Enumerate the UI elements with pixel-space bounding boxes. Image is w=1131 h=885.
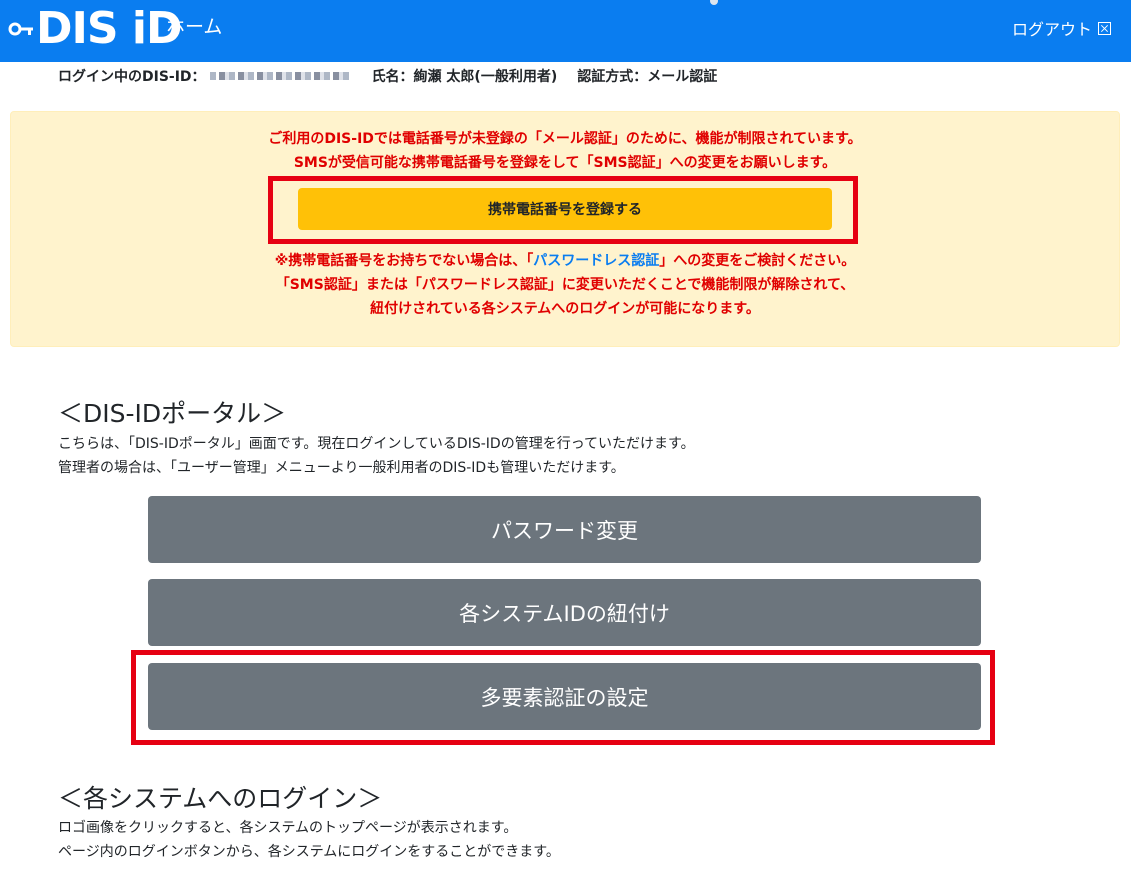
dis-id-logo[interactable]: DIS iD: [8, 3, 183, 54]
user-name: 氏名：絢瀬 太郎(一般利用者): [371, 69, 558, 85]
portal-desc-1: こちらは、「DIS-IDポータル」画面です。現在ログインしているDIS-IDの管…: [58, 436, 695, 452]
close-box-icon: [1098, 21, 1111, 35]
alert-line-1: ご利用のDIS-IDでは電話番号が未登録の「メール認証」のために、機能が制限され…: [268, 131, 862, 147]
register-phone-button[interactable]: 携帯電話番号を登録する: [298, 188, 832, 230]
alert-line-5: 紐付けされている各システムへのログインが可能になります。: [370, 301, 760, 317]
logout-link[interactable]: ログアウト: [1012, 16, 1111, 40]
auth-method: 認証方式：メール認証: [577, 69, 718, 85]
logout-label: ログアウト: [1011, 20, 1092, 39]
key-icon: [8, 22, 33, 36]
alert-line-3: ※携帯電話番号をお持ちでない場合は、「パスワードレス認証」への変更をご検討くださ…: [11, 250, 1119, 270]
alert-line-2: SMSが受信可能な携帯電話番号を登録をして「SMS認証」への変更をお願いします。: [293, 155, 837, 171]
masked-login-id: [209, 72, 350, 80]
login-info-bar: ログイン中のDIS-ID： 氏名：絢瀬 太郎(一般利用者) 認証方式：メール認証: [58, 66, 717, 86]
cutoff-text-row: [62, 879, 682, 885]
top-header: DIS iD ホーム ログアウト: [0, 0, 1131, 62]
password-change-button[interactable]: パスワード変更: [148, 496, 981, 563]
alert-line-3-post: 」への変更をご検討ください。: [659, 253, 856, 269]
alert-line-3-pre: ※携帯電話番号をお持ちでない場合は、「: [274, 253, 534, 269]
portal-desc-2: 管理者の場合は、「ユーザー管理」メニューより一般利用者のDIS-IDも管理いただ…: [58, 460, 625, 476]
portal-section-title: ＜DIS-IDポータル＞: [58, 399, 287, 428]
nav-home-link[interactable]: ホーム: [166, 12, 222, 39]
passwordless-auth-link[interactable]: パスワードレス認証: [533, 253, 659, 269]
alert-line-4: 「SMS認証」または「パスワードレス認証」に変更いただくことで機能制限が解除され…: [275, 277, 855, 293]
logo-text: DIS iD: [36, 3, 183, 54]
mfa-settings-button[interactable]: 多要素認証の設定: [148, 663, 981, 730]
system-id-link-button[interactable]: 各システムIDの紐付け: [148, 579, 981, 646]
login-id-label: ログイン中のDIS-ID：: [58, 69, 206, 85]
systems-desc-1: ロゴ画像をクリックすると、各システムのトップページが表示されます。: [58, 820, 518, 836]
systems-section-title: ＜各システムへのログイン＞: [58, 784, 383, 813]
header-indicator-dot: [710, 0, 718, 5]
systems-desc-2: ページ内のログインボタンから、各システムにログインをすることができます。: [58, 844, 560, 860]
